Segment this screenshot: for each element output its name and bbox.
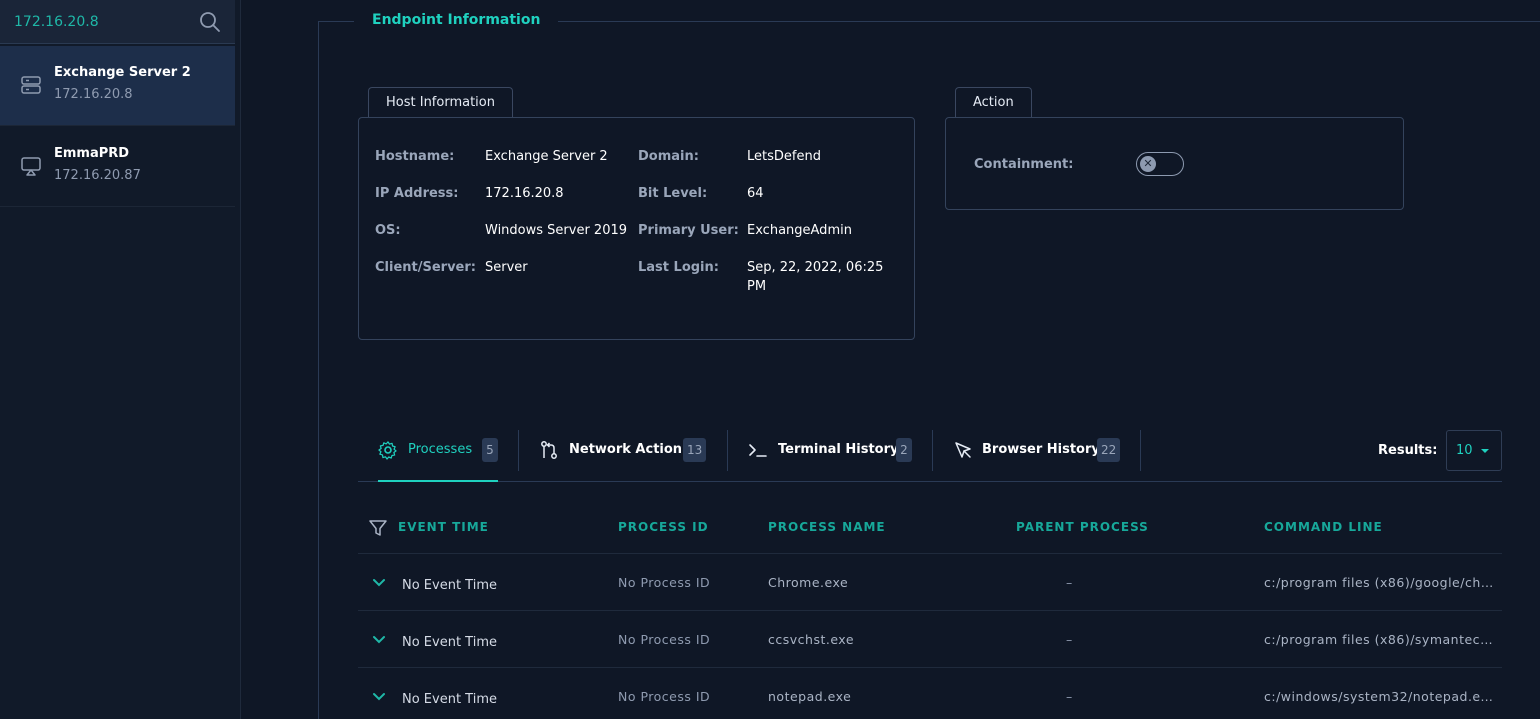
terminal-icon <box>749 444 767 457</box>
table-row[interactable]: No Event Time No Process ID Chrome.exe –… <box>358 554 1502 610</box>
host-ip: 172.16.20.8 <box>54 87 133 102</box>
host-name: Exchange Server 2 <box>54 65 191 80</box>
column-header-command-line[interactable]: COMMAND LINE <box>1264 520 1383 534</box>
bit-level-value: 64 <box>747 186 764 201</box>
tab-count-badge: 2 <box>896 438 912 462</box>
process-name-cell: notepad.exe <box>768 689 852 704</box>
os-label: OS: <box>375 223 401 238</box>
parent-process-cell: – <box>1066 689 1073 704</box>
gear-icon <box>378 441 397 460</box>
tab-label: Network Action <box>569 442 683 457</box>
table-row[interactable]: No Event Time No Process ID ccsvchst.exe… <box>358 611 1502 667</box>
command-line-cell: c:/windows/system32/notepad.exe <box>1264 689 1496 704</box>
results-per-page-select[interactable]: 10 <box>1446 430 1502 471</box>
chevron-down-icon[interactable] <box>372 635 386 645</box>
host-item-emmaprd[interactable]: EmmaPRD 172.16.20.87 <box>0 127 235 207</box>
host-ip: 172.16.20.87 <box>54 168 141 183</box>
tabs-baseline <box>358 481 1502 482</box>
host-item-exchange-server-2[interactable]: Exchange Server 2 172.16.20.8 <box>0 46 235 126</box>
process-name-cell: Chrome.exe <box>768 575 849 590</box>
tab-divider <box>518 430 519 471</box>
bit-level-label: Bit Level: <box>638 186 708 201</box>
git-branch-icon <box>541 441 557 459</box>
column-header-parent-process[interactable]: PARENT PROCESS <box>1016 520 1149 534</box>
client-server-label: Client/Server: <box>375 260 476 275</box>
domain-label: Domain: <box>638 149 699 164</box>
primary-user-label: Primary User: <box>638 223 739 238</box>
column-header-process-id[interactable]: PROCESS ID <box>618 520 709 534</box>
filter-icon[interactable] <box>368 518 388 538</box>
host-sidebar: Exchange Server 2 172.16.20.8 EmmaPRD 17… <box>0 0 241 719</box>
client-server-value: Server <box>485 260 528 275</box>
search-bar <box>0 0 235 44</box>
column-header-process-name[interactable]: PROCESS NAME <box>768 520 886 534</box>
process-id-cell: No Process ID <box>618 689 711 704</box>
chevron-down-icon[interactable] <box>372 692 386 702</box>
domain-value: LetsDefend <box>747 149 821 164</box>
hostname-label: Hostname: <box>375 149 455 164</box>
page-title: Endpoint Information <box>354 12 559 28</box>
process-name-cell: ccsvchst.exe <box>768 632 855 647</box>
process-id-cell: No Process ID <box>618 632 711 647</box>
containment-toggle[interactable]: ✕ <box>1136 152 1184 176</box>
event-time-cell: No Event Time <box>402 578 497 593</box>
parent-process-cell: – <box>1066 632 1073 647</box>
search-input[interactable] <box>0 0 190 44</box>
last-login-value: Sep, 22, 2022, 06:25 PM <box>747 260 884 294</box>
tab-divider <box>727 430 728 471</box>
event-time-cell: No Event Time <box>402 635 497 650</box>
os-value: Windows Server 2019 <box>485 223 628 238</box>
host-name: EmmaPRD <box>54 146 130 161</box>
column-header-event-time[interactable]: EVENT TIME <box>398 520 489 534</box>
primary-user-value: ExchangeAdmin <box>747 223 852 238</box>
tab-divider <box>932 430 933 471</box>
tab-count-badge: 5 <box>482 438 498 462</box>
tab-divider <box>1140 430 1141 471</box>
search-icon[interactable] <box>199 11 221 33</box>
chevron-down-icon <box>1481 449 1489 453</box>
event-time-cell: No Event Time <box>402 692 497 707</box>
last-login-label: Last Login: <box>638 260 719 275</box>
server-icon <box>21 76 41 94</box>
tab-browser-history[interactable]: Browser History 22 <box>953 437 1123 465</box>
tab-label: Processes <box>408 442 473 457</box>
command-line-cell: c:/program files (x86)/symantec/symantec… <box>1264 632 1496 647</box>
chevron-down-icon[interactable] <box>372 578 386 588</box>
host-info-tab: Host Information <box>368 87 513 117</box>
action-tab: Action <box>955 87 1032 117</box>
desktop-icon <box>21 157 41 176</box>
process-id-cell: No Process ID <box>618 575 711 590</box>
ip-value: 172.16.20.8 <box>485 186 564 201</box>
results-label: Results: <box>1378 443 1438 458</box>
hostname-value: Exchange Server 2 <box>485 149 608 164</box>
tab-label: Browser History <box>982 442 1100 457</box>
tab-terminal-history[interactable]: Terminal History 2 <box>748 437 918 465</box>
tab-label: Terminal History <box>778 442 899 457</box>
ip-label: IP Address: <box>375 186 459 201</box>
active-tab-indicator <box>378 480 498 482</box>
close-icon: ✕ <box>1140 156 1156 172</box>
results-value: 10 <box>1456 443 1473 458</box>
tab-network-action[interactable]: Network Action 13 <box>539 437 709 465</box>
tab-processes[interactable]: Processes 5 <box>378 437 503 465</box>
tab-count-badge: 13 <box>683 438 707 462</box>
table-row[interactable]: No Event Time No Process ID notepad.exe … <box>358 668 1502 719</box>
command-line-cell: c:/program files (x86)/google/chrome/app… <box>1264 575 1496 590</box>
parent-process-cell: – <box>1066 575 1073 590</box>
cursor-icon <box>955 442 971 458</box>
containment-label: Containment: <box>974 157 1074 172</box>
tab-count-badge: 22 <box>1097 438 1121 462</box>
